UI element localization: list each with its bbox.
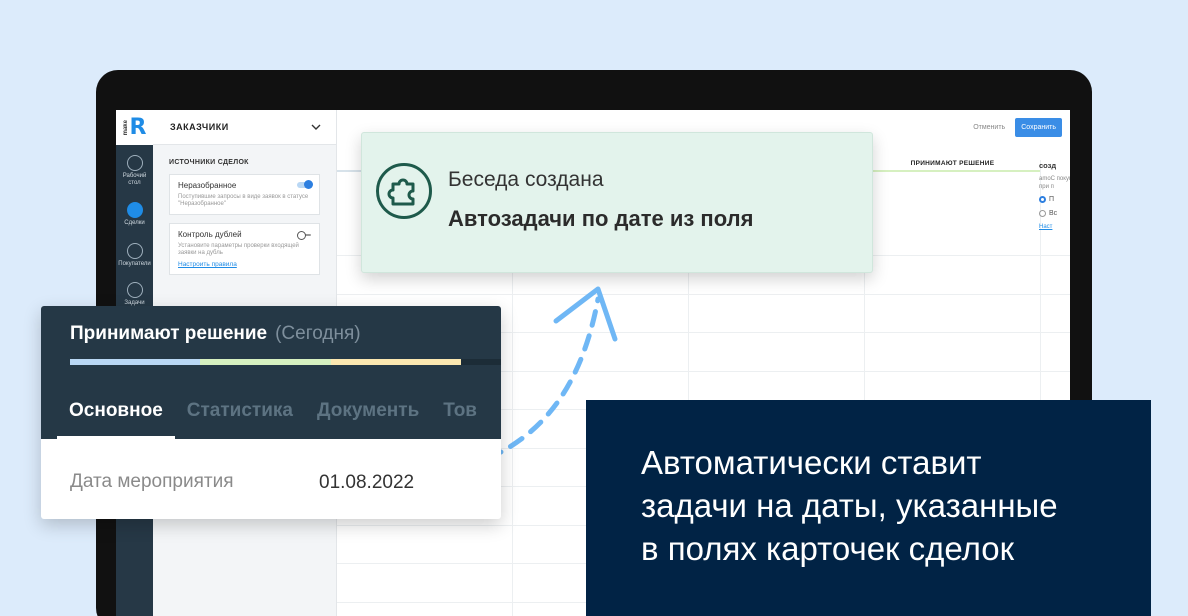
- customers-icon: [126, 243, 143, 259]
- dashboard-icon: [126, 155, 143, 171]
- radio-label: Вс: [1049, 210, 1058, 217]
- progress-segment: [200, 359, 331, 365]
- save-button[interactable]: Сохранить: [1015, 118, 1062, 137]
- sidebar-item-customers[interactable]: Покупатели: [116, 243, 153, 268]
- tab-main[interactable]: Основное: [57, 396, 175, 439]
- puzzle-icon: [376, 163, 432, 219]
- source-title: Неразобранное: [178, 181, 237, 190]
- toast-subtitle: Автозадачи по дате из поля: [448, 206, 754, 231]
- unsorted-toggle[interactable]: [297, 180, 313, 189]
- partial-link[interactable]: Наст: [1039, 222, 1070, 233]
- progress-segment: [461, 359, 501, 365]
- source-unsorted[interactable]: Неразобранное Поступившие запросы в виде…: [169, 174, 320, 215]
- radio-option[interactable]: Вс: [1039, 208, 1070, 219]
- progress-segment: [70, 359, 200, 365]
- sidebar-item-dashboard[interactable]: Рабочий стол: [116, 155, 153, 187]
- feature-description-panel: Автоматически ставит задачи на даты, ука…: [586, 400, 1151, 616]
- radio-label: П: [1049, 196, 1055, 203]
- column-header: ПРИНИМАЮТ РЕШЕНИЕ: [865, 160, 1040, 172]
- deal-card[interactable]: Принимают решение (Сегодня) Основное Стат…: [41, 306, 501, 519]
- tab-documents[interactable]: Документь: [305, 396, 431, 439]
- tasks-icon: [126, 282, 143, 298]
- description-line: задачи на даты, указанные: [641, 487, 1058, 524]
- stage-date: (Сегодня): [275, 323, 361, 344]
- tab-products[interactable]: Тов: [431, 396, 489, 439]
- deal-stage: Принимают решение (Сегодня): [70, 323, 361, 345]
- chevron-down-icon: [311, 122, 321, 132]
- event-date-value[interactable]: 01.08.2022: [319, 472, 414, 494]
- sidebar-item-label: Сделки: [124, 220, 145, 226]
- pipeline-name: ЗАКАЗЧИКИ: [170, 122, 229, 132]
- source-title: Контроль дублей: [178, 230, 242, 239]
- partial-title: созд: [1039, 161, 1057, 170]
- description-line: Автоматически ставит: [641, 444, 982, 481]
- stage-name: Принимают решение: [70, 323, 268, 344]
- deals-icon: [126, 202, 143, 218]
- deal-card-header: Принимают решение (Сегодня) Основное Стат…: [41, 306, 501, 439]
- cancel-button[interactable]: Отменить: [973, 124, 1005, 131]
- sidebar-item-label: Покупатели: [118, 261, 151, 267]
- toast-title: Беседа создана: [448, 168, 604, 191]
- partial-text: amoC покуп при п: [1039, 176, 1070, 190]
- sidebar-item-deals[interactable]: Сделки: [116, 202, 153, 227]
- app-logo[interactable]: make R: [116, 110, 153, 145]
- notification-toast[interactable]: Беседа создана Автозадачи по дате из пол…: [361, 132, 873, 273]
- sidebar-item-tasks[interactable]: Задачи: [116, 282, 153, 307]
- feature-description: Автоматически ставит задачи на даты, ука…: [641, 441, 1058, 570]
- radio-option[interactable]: П: [1039, 194, 1070, 205]
- field-label: Дата мероприятия: [70, 471, 234, 492]
- description-line: в полях карточек сделок: [641, 530, 1015, 567]
- source-description: Установите параметры проверки входящей з…: [178, 243, 299, 256]
- stage-progress-bar: [70, 359, 501, 365]
- duplicates-toggle[interactable]: [297, 231, 311, 240]
- tab-statistics[interactable]: Статистика: [175, 396, 305, 439]
- sidebar-item-label: Рабочий стол: [122, 173, 147, 186]
- pipeline-selector[interactable]: ЗАКАЗЧИКИ: [153, 110, 336, 145]
- configure-rules-link[interactable]: Настроить правила: [178, 261, 311, 268]
- logo-text: make: [122, 119, 129, 136]
- card-tabs: Основное Статистика Документь Тов: [57, 396, 489, 439]
- logo-letter: R: [129, 115, 147, 140]
- source-description: Поступившие запросы в виде заявок в стат…: [178, 194, 309, 207]
- progress-segment: [331, 359, 461, 365]
- sources-heading: ИСТОЧНИКИ СДЕЛОК: [169, 159, 249, 166]
- source-duplicates[interactable]: Контроль дублей Установите параметры про…: [169, 223, 320, 275]
- partial-column: созд amoC покуп при п П Вс Наст: [1039, 160, 1070, 233]
